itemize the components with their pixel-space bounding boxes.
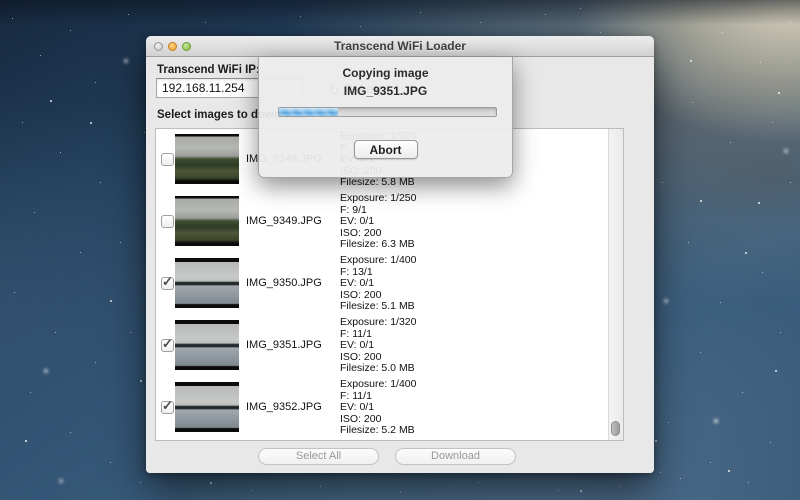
detail-line: EV: 0/1 <box>340 216 416 228</box>
image-checkbox[interactable]: ✓ <box>161 339 174 352</box>
image-filename: IMG_9351.JPG <box>246 339 322 351</box>
scrollbar-track[interactable] <box>608 129 623 440</box>
detail-line: Exposure: 1/250 <box>340 193 416 205</box>
copying-sheet: Copying image IMG_9351.JPG Abort <box>258 57 513 178</box>
image-checkbox[interactable]: ✓ <box>161 153 174 166</box>
image-details: Exposure: 1/400F: 11/1EV: 0/1ISO: 200Fil… <box>340 379 416 437</box>
progress-fill <box>279 108 338 116</box>
image-thumbnail <box>175 320 239 370</box>
image-thumbnail <box>175 258 239 308</box>
sheet-filename: IMG_9351.JPG <box>259 84 512 98</box>
abort-button[interactable]: Abort <box>354 140 418 159</box>
image-row: ✓ IMG_9352.JPG Exposure: 1/400F: 11/1EV:… <box>156 377 623 439</box>
image-thumbnail <box>175 196 239 246</box>
window-title: Transcend WiFi Loader <box>146 36 654 57</box>
detail-line: Filesize: 5.1 MB <box>340 301 416 313</box>
checkmark-icon: ✓ <box>162 336 173 352</box>
ip-label: Transcend WiFi IP: <box>157 64 260 76</box>
detail-line: Filesize: 5.0 MB <box>340 363 416 375</box>
checkmark-icon: ✓ <box>162 274 173 290</box>
image-filename: IMG_9352.JPG <box>246 401 322 413</box>
checkmark-icon: ✓ <box>162 398 173 414</box>
image-filename: IMG_9349.JPG <box>246 215 322 227</box>
detail-line: Filesize: 6.3 MB <box>340 239 416 251</box>
detail-line: EV: 0/1 <box>340 402 416 414</box>
star-field-glow <box>0 0 2 2</box>
detail-line: Exposure: 1/400 <box>340 379 416 391</box>
image-row: ✓ IMG_9349.JPG Exposure: 1/250F: 9/1EV: … <box>156 191 623 253</box>
image-thumbnail <box>175 382 239 432</box>
image-details: Exposure: 1/250F: 9/1EV: 0/1ISO: 200File… <box>340 193 416 251</box>
image-row: ✓ IMG_9351.JPG Exposure: 1/320F: 11/1EV:… <box>156 315 623 377</box>
image-checkbox[interactable]: ✓ <box>161 277 174 290</box>
detail-line: EV: 0/1 <box>340 278 416 290</box>
app-window: Transcend WiFi Loader Transcend WiFi IP:… <box>146 36 654 473</box>
image-row: ✓ IMG_9350.JPG Exposure: 1/400F: 13/1EV:… <box>156 253 623 315</box>
image-checkbox[interactable]: ✓ <box>161 215 174 228</box>
detail-line: Filesize: 5.2 MB <box>340 425 416 437</box>
image-details: Exposure: 1/400F: 13/1EV: 0/1ISO: 200Fil… <box>340 255 416 313</box>
image-checkbox[interactable]: ✓ <box>161 401 174 414</box>
detail-line: Filesize: 5.8 MB <box>340 177 416 189</box>
image-thumbnail <box>175 134 239 184</box>
window-titlebar[interactable]: Transcend WiFi Loader <box>146 36 654 57</box>
detail-line: EV: 0/1 <box>340 340 416 352</box>
sheet-title: Copying image <box>259 66 512 80</box>
detail-line: Exposure: 1/320 <box>340 317 416 329</box>
select-all-button[interactable]: Select All <box>258 448 379 465</box>
image-filename: IMG_9350.JPG <box>246 277 322 289</box>
scrollbar-thumb[interactable] <box>611 421 620 436</box>
download-button[interactable]: Download <box>395 448 516 465</box>
detail-line: Exposure: 1/400 <box>340 255 416 267</box>
progress-bar <box>278 107 497 117</box>
image-details: Exposure: 1/320F: 11/1EV: 0/1ISO: 200Fil… <box>340 317 416 375</box>
